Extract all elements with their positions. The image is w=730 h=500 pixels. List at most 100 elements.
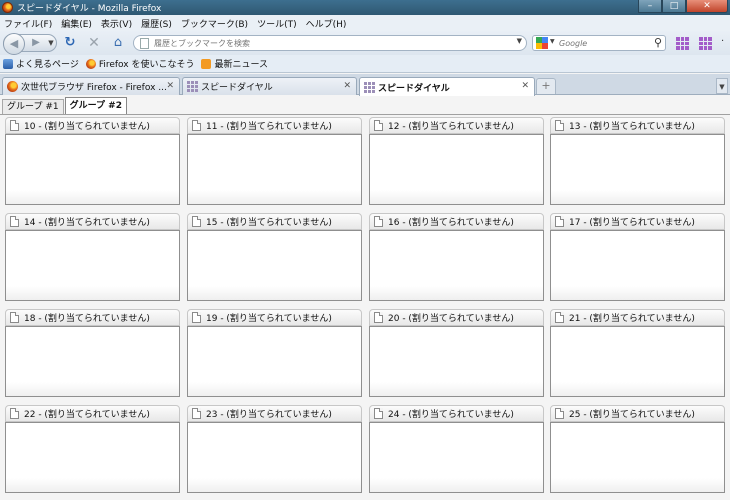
- speed-dial-cell[interactable]: 15 - (割り当てられていません): [187, 213, 362, 301]
- speed-dial-header[interactable]: 17 - (割り当てられていません): [550, 213, 725, 230]
- tab-label: スピードダイヤル: [201, 83, 273, 93]
- new-tab-button[interactable]: +: [536, 78, 556, 94]
- group-tab-1[interactable]: グループ #1: [2, 99, 64, 115]
- speed-dial-cell[interactable]: 25 - (割り当てられていません): [550, 405, 725, 493]
- tab-label: 次世代ブラウザ Firefox - Firefox ...: [21, 83, 167, 93]
- speed-dial-header[interactable]: 15 - (割り当てられていません): [187, 213, 362, 230]
- speed-dial-thumbnail[interactable]: [369, 422, 544, 493]
- close-tab-icon[interactable]: ✕: [521, 81, 529, 91]
- speed-dial-thumbnail[interactable]: [187, 230, 362, 301]
- stop-icon[interactable]: ✕: [86, 35, 102, 51]
- speed-dial-cell[interactable]: 10 - (割り当てられていません): [5, 117, 180, 205]
- speed-dial-thumbnail[interactable]: [550, 326, 725, 397]
- speed-dial-thumbnail[interactable]: [369, 326, 544, 397]
- speed-dial-thumbnail[interactable]: [187, 134, 362, 205]
- speed-dial-header[interactable]: 14 - (割り当てられていません): [5, 213, 180, 230]
- page-icon: [555, 312, 564, 323]
- speed-dial-header[interactable]: 24 - (割り当てられていません): [369, 405, 544, 422]
- search-input[interactable]: [559, 37, 649, 50]
- speed-dial-header[interactable]: 12 - (割り当てられていません): [369, 117, 544, 134]
- speed-dial-cell[interactable]: 22 - (割り当てられていません): [5, 405, 180, 493]
- history-dropdown-icon[interactable]: ▼: [46, 35, 56, 51]
- back-button[interactable]: ◀: [3, 33, 25, 55]
- speed-dial-icon[interactable]: [675, 36, 690, 51]
- speed-dial-cell[interactable]: 13 - (割り当てられていません): [550, 117, 725, 205]
- speed-dial-cell[interactable]: 23 - (割り当てられていません): [187, 405, 362, 493]
- speed-dial-thumbnail[interactable]: [550, 422, 725, 493]
- url-bar[interactable]: ▼: [133, 35, 527, 51]
- speed-dial-header[interactable]: 20 - (割り当てられていません): [369, 309, 544, 326]
- close-tab-icon[interactable]: ✕: [166, 81, 174, 91]
- speed-dial-thumbnail[interactable]: [5, 134, 180, 205]
- speed-dial-header[interactable]: 25 - (割り当てられていません): [550, 405, 725, 422]
- speed-dial-thumbnail[interactable]: [369, 230, 544, 301]
- reload-icon[interactable]: ↻: [62, 35, 78, 51]
- maximize-button[interactable]: □: [662, 0, 686, 13]
- speed-dial-thumbnail[interactable]: [5, 230, 180, 301]
- speed-dial-cell[interactable]: 19 - (割り当てられていません): [187, 309, 362, 397]
- speed-dial-thumbnail[interactable]: [5, 326, 180, 397]
- tab-speed-dial-1[interactable]: スピードダイヤル ✕: [182, 77, 357, 95]
- speed-dial-cell[interactable]: 20 - (割り当てられていません): [369, 309, 544, 397]
- bookmark-label: よく見るページ: [16, 60, 79, 70]
- speed-dial-cell[interactable]: 16 - (割り当てられていません): [369, 213, 544, 301]
- page-icon: [374, 216, 383, 227]
- home-icon[interactable]: ⌂: [110, 35, 126, 51]
- bookmark-latest-news[interactable]: 最新ニュース: [201, 57, 268, 70]
- menu-help[interactable]: ヘルプ(H): [306, 17, 347, 30]
- speed-dial-thumbnail[interactable]: [369, 134, 544, 205]
- group-tab-2[interactable]: グループ #2: [64, 97, 127, 115]
- tab-speed-dial-2[interactable]: スピードダイヤル ✕: [359, 77, 535, 96]
- speed-dial-header[interactable]: 10 - (割り当てられていません): [5, 117, 180, 134]
- url-input[interactable]: [154, 37, 504, 50]
- minimize-button[interactable]: –: [638, 0, 662, 13]
- speed-dial-thumbnail[interactable]: [550, 230, 725, 301]
- search-icon[interactable]: ⚲: [654, 36, 662, 49]
- tab-firefox[interactable]: 次世代ブラウザ Firefox - Firefox ... ✕: [2, 77, 180, 95]
- toolbar-overflow-icon[interactable]: ·: [721, 36, 724, 47]
- page-icon: [192, 312, 201, 323]
- speed-dial-thumbnail[interactable]: [187, 422, 362, 493]
- speed-dial-header[interactable]: 23 - (割り当てられていません): [187, 405, 362, 422]
- menu-file[interactable]: ファイル(F): [4, 17, 52, 30]
- back-forward-group: ◀ ▶ ▼: [3, 33, 57, 55]
- menu-tools[interactable]: ツール(T): [257, 17, 297, 30]
- speed-dial-cell[interactable]: 11 - (割り当てられていません): [187, 117, 362, 205]
- speed-dial-cell[interactable]: 24 - (割り当てられていません): [369, 405, 544, 493]
- speed-dial-cell[interactable]: 18 - (割り当てられていません): [5, 309, 180, 397]
- speed-dial-cell[interactable]: 12 - (割り当てられていません): [369, 117, 544, 205]
- speed-dial-icon: [364, 81, 375, 93]
- tab-list-dropdown-icon[interactable]: ▼: [716, 78, 728, 94]
- close-window-button[interactable]: ✕: [686, 0, 728, 13]
- speed-dial-thumbnail[interactable]: [5, 422, 180, 493]
- speed-dial-icon: [187, 81, 198, 92]
- page-icon: [10, 312, 19, 323]
- page-icon: [374, 408, 383, 419]
- google-icon[interactable]: [536, 37, 548, 49]
- page-icon: [555, 408, 564, 419]
- url-dropdown-icon[interactable]: ▼: [517, 37, 522, 45]
- speed-dial-thumbnail[interactable]: [187, 326, 362, 397]
- speed-dial-cell[interactable]: 17 - (割り当てられていません): [550, 213, 725, 301]
- speed-dial-header[interactable]: 19 - (割り当てられていません): [187, 309, 362, 326]
- speed-dial-icon[interactable]: [698, 36, 713, 51]
- speed-dial-header[interactable]: 13 - (割り当てられていません): [550, 117, 725, 134]
- bookmark-getting-started[interactable]: Firefox を使いこなそう: [85, 57, 194, 70]
- search-engine-dropdown-icon[interactable]: ▼: [550, 38, 555, 45]
- speed-dial-thumbnail[interactable]: [550, 134, 725, 205]
- menu-edit[interactable]: 編集(E): [61, 17, 92, 30]
- forward-button[interactable]: ▶: [27, 35, 45, 51]
- speed-dial-header[interactable]: 18 - (割り当てられていません): [5, 309, 180, 326]
- menu-view[interactable]: 表示(V): [101, 17, 132, 30]
- bookmark-most-visited[interactable]: よく見るページ: [3, 57, 79, 70]
- speed-dial-cell[interactable]: 14 - (割り当てられていません): [5, 213, 180, 301]
- speed-dial-header[interactable]: 22 - (割り当てられていません): [5, 405, 180, 422]
- speed-dial-header[interactable]: 11 - (割り当てられていません): [187, 117, 362, 134]
- search-bar[interactable]: ▼ ⚲: [532, 35, 666, 51]
- speed-dial-header[interactable]: 21 - (割り当てられていません): [550, 309, 725, 326]
- close-tab-icon[interactable]: ✕: [343, 81, 351, 91]
- speed-dial-header[interactable]: 16 - (割り当てられていません): [369, 213, 544, 230]
- menu-bookmarks[interactable]: ブックマーク(B): [181, 17, 248, 30]
- menu-history[interactable]: 履歴(S): [141, 17, 172, 30]
- speed-dial-cell[interactable]: 21 - (割り当てられていません): [550, 309, 725, 397]
